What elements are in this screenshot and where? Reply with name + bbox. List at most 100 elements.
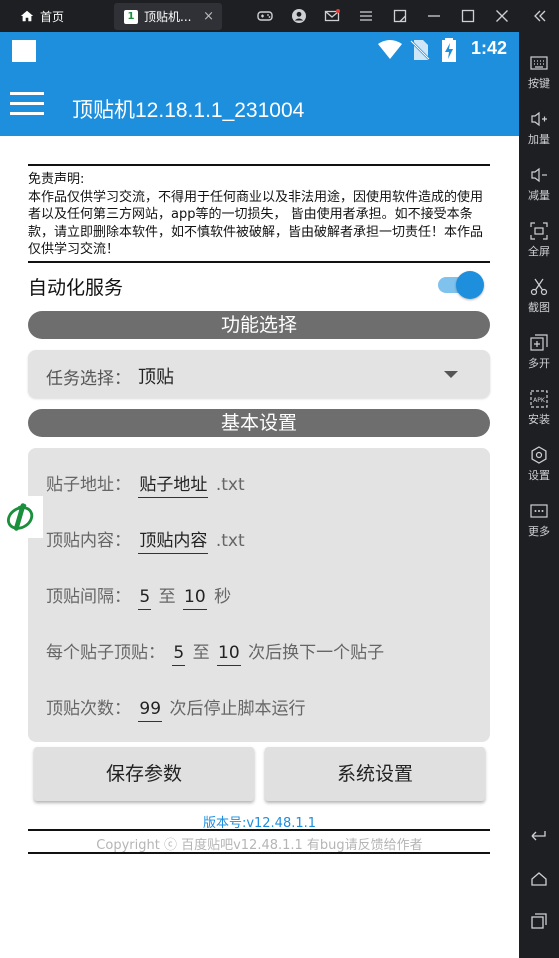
no-sim-icon [410,40,430,60]
close-tab-icon[interactable]: × [203,9,214,24]
count-input[interactable]: 99 [138,699,163,722]
status-time: 1:42 [470,38,507,58]
home-tab-label: 首页 [40,9,65,24]
disclaimer: 免责声明: 本作品仅供学习交流，不得用于任何商业以及非法用途，因使用软件造成的使… [28,171,492,259]
task-select-dropdown[interactable]: 任务选择： 顶贴 [28,350,490,398]
sidebar-volume-down[interactable]: 减量 [519,166,559,203]
sidebar-fullscreen[interactable]: 全屏 [519,222,559,259]
per-post-row: 每个贴子顶贴： 5 至 10 次后换下一个贴子 [46,638,384,666]
per-post-label: 每个贴子顶贴： [46,643,165,663]
wifi-icon [378,40,402,59]
gamepad-icon[interactable] [248,0,282,32]
task-select-label: 任务选择： [46,369,131,389]
collapse-sidebar-icon[interactable] [522,0,558,32]
sidebar-keyboard[interactable]: 按键 [519,54,559,91]
divider [28,164,490,166]
keyboard-icon [530,56,548,70]
app-tab-label: 顶贴机... [144,10,192,24]
per-post-min-input[interactable]: 5 [172,643,186,666]
home-icon [531,872,547,886]
app-logo-icon: 1 [124,9,138,24]
disclaimer-body: 本作品仅供学习交流，不得用于任何商业以及非法用途，因使用软件造成的使用者以及任何… [28,189,484,258]
mail-icon[interactable] [315,0,349,32]
volume-up-icon [531,111,547,127]
minimize-icon[interactable] [417,0,451,32]
maximize-icon[interactable] [451,0,485,32]
volume-down-icon [531,167,547,183]
sidebar-more[interactable]: 更多 [519,502,559,539]
post-content-input[interactable]: 顶贴内容 [138,526,209,554]
task-select-value: 顶贴 [138,367,174,388]
home-tab[interactable]: 首页 [0,0,110,32]
sidebar-multi-open[interactable]: 多开 [519,334,559,371]
save-params-button[interactable]: 保存参数 [34,747,254,801]
count-row: 顶贴次数： 99 次后停止脚本运行 [46,694,305,722]
per-post-max-input[interactable]: 10 [217,643,241,666]
sidebar-settings-label: 设置 [528,469,550,482]
fullscreen-icon [530,222,548,240]
post-address-input[interactable]: 贴子地址 [138,470,209,498]
sidebar-more-label: 更多 [528,525,550,538]
multi-open-icon [530,334,548,351]
count-label: 顶贴次数： [46,699,131,719]
interval-to-label: 至 [158,587,176,607]
sidebar-screenshot-label: 截图 [528,301,550,314]
copyright-text: Copyright ⓒ 百度贴吧v12.48.1.1 有bug请反馈给作者 [96,838,423,853]
sidebar-home[interactable] [519,870,559,891]
battery-charging-icon [442,38,456,62]
automation-service-toggle[interactable] [436,270,488,300]
post-content-label: 顶贴内容： [46,531,131,551]
system-settings-button[interactable]: 系统设置 [265,747,485,801]
sidebar-settings[interactable]: 设置 [519,446,559,483]
post-address-row: 贴子地址： 贴子地址 .txt [46,470,245,498]
sidebar-install-apk[interactable]: APK 安装 [519,390,559,427]
sidebar-back[interactable] [519,826,559,847]
interval-min-input[interactable]: 5 [138,587,152,610]
disclaimer-title: 免责声明: [28,172,85,187]
sidebar-volume-up-label: 加量 [528,133,550,146]
basic-settings-panel: 贴子地址： 贴子地址 .txt 顶贴内容： 顶贴内容 .txt 顶贴间隔： 5 … [28,448,490,742]
interval-max-input[interactable]: 10 [183,587,207,610]
sidebar-recents[interactable] [519,912,559,933]
function-section-header: 功能选择 [28,311,490,339]
app-tab[interactable]: 1 顶贴机... × [114,3,222,30]
floating-app-logo[interactable] [0,496,43,538]
basic-settings-header: 基本设置 [28,409,490,437]
post-content-row: 顶贴内容： 顶贴内容 .txt [46,526,245,554]
emulator-sidebar: 按键 加量 减量 全屏 截图 多开 APK 安装 设置 更多 [519,32,559,958]
user-icon[interactable] [282,0,316,32]
post-address-label: 贴子地址： [46,475,131,495]
interval-label: 顶贴间隔： [46,587,131,607]
android-status-bar: 1:42 [0,32,519,66]
sidebar-fullscreen-label: 全屏 [528,245,550,258]
sidebar-multi-open-label: 多开 [528,357,550,370]
restore-icon[interactable] [383,0,417,32]
sidebar-volume-up[interactable]: 加量 [519,110,559,147]
gear-icon [531,446,547,464]
post-address-suffix: .txt [215,475,245,495]
sidebar-screenshot[interactable]: 截图 [519,278,559,315]
interval-unit: 秒 [214,587,232,607]
app-title: 顶贴机12.18.1.1_231004 [72,99,305,122]
per-post-suffix: 次后换下一个贴子 [248,643,385,663]
count-suffix: 次后停止脚本运行 [169,699,306,719]
main-content: 免责声明: 本作品仅供学习交流，不得用于任何商业以及非法用途，因使用软件造成的使… [0,136,519,958]
hamburger-menu-icon[interactable] [10,92,44,116]
menu-icon[interactable] [349,0,383,32]
close-window-icon[interactable] [485,0,519,32]
more-icon [530,504,548,518]
dropdown-arrow-icon [444,371,458,378]
sidebar-volume-down-label: 减量 [528,189,550,202]
recents-icon [531,913,547,929]
notification-icon [12,40,36,62]
apk-install-icon: APK [530,390,548,408]
post-content-suffix: .txt [215,531,245,551]
app-logo-icon [6,503,33,531]
per-post-to-label: 至 [192,643,210,663]
emulator-title-bar: 首页 1 顶贴机... × [0,0,559,32]
sidebar-install-label: 安装 [528,413,550,426]
divider [28,852,490,854]
back-icon [531,831,546,841]
automation-service-label: 自动化服务 [28,277,124,299]
divider [28,829,490,831]
